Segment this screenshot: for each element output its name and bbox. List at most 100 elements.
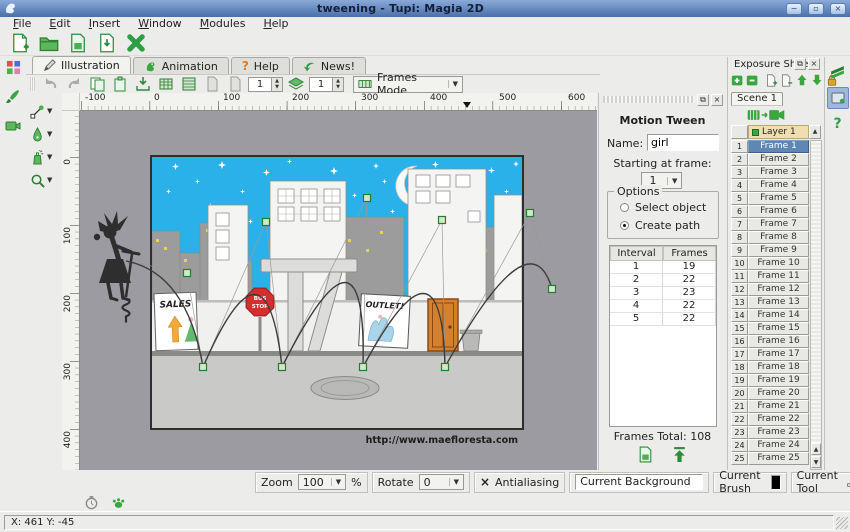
- layer-spinbox[interactable]: 1 ▲▼: [309, 77, 344, 92]
- frame-row[interactable]: 19 Frame 19: [731, 374, 809, 387]
- horizontal-ruler[interactable]: -100 0 100 200 300 400 500 600: [80, 93, 597, 111]
- move-frame-up-button[interactable]: [795, 73, 808, 87]
- menu-help[interactable]: Help: [254, 17, 297, 31]
- frame-number-cell[interactable]: 21: [731, 400, 748, 413]
- frame-number-cell[interactable]: 2: [731, 153, 748, 166]
- frame-row[interactable]: 8 Frame 8: [731, 231, 809, 244]
- frame-row[interactable]: 21 Frame 21: [731, 400, 809, 413]
- undo-button[interactable]: [41, 75, 61, 93]
- menu-edit[interactable]: Edit: [40, 17, 79, 31]
- scene-tab[interactable]: Scene 1: [731, 92, 783, 106]
- chevron-down-icon[interactable]: ▼: [47, 130, 52, 138]
- tab-news[interactable]: News!: [292, 57, 366, 74]
- minimize-button[interactable]: −: [786, 3, 802, 15]
- frame-number-cell[interactable]: 16: [731, 335, 748, 348]
- frame-row[interactable]: 7 Frame 7: [731, 218, 809, 231]
- frames-scrollbar[interactable]: ▲ ▼: [810, 140, 822, 470]
- frame-row[interactable]: 23 Frame 23: [731, 426, 809, 439]
- maximize-button[interactable]: ▫: [808, 3, 824, 15]
- current-background-label[interactable]: Current Background: [575, 474, 703, 490]
- frame-cell[interactable]: Frame 12: [748, 283, 809, 296]
- frame-spin-arrows[interactable]: ▲▼: [271, 78, 282, 91]
- frame-row[interactable]: 2 Frame 2: [731, 153, 809, 166]
- interval-table[interactable]: Interval Frames 1 19 2 22 3 23 4 22 5 22: [609, 245, 717, 427]
- layer-spin-value[interactable]: 1: [310, 78, 332, 91]
- zoom-combo[interactable]: 100 ▼: [298, 474, 346, 490]
- frame-spinbox[interactable]: 1 ▲▼: [248, 77, 283, 92]
- export-frame-button[interactable]: [202, 75, 222, 93]
- copy-button[interactable]: [87, 75, 107, 93]
- import-project-button[interactable]: [95, 32, 119, 54]
- antialiasing-toggle[interactable]: × Antialiasing: [474, 472, 565, 493]
- import-object-button[interactable]: [133, 75, 153, 93]
- rotate-combo[interactable]: 0 ▼: [419, 474, 464, 490]
- frame-number-cell[interactable]: 15: [731, 322, 748, 335]
- apply-tween-button[interactable]: [670, 445, 690, 463]
- frames-cell[interactable]: 22: [663, 274, 716, 287]
- frame-cell[interactable]: Frame 7: [748, 218, 809, 231]
- frame-number-cell[interactable]: 19: [731, 374, 748, 387]
- frame-cell[interactable]: Frame 8: [748, 231, 809, 244]
- reload-frame-button[interactable]: [225, 75, 245, 93]
- frame-row[interactable]: 22 Frame 22: [731, 413, 809, 426]
- frames-cell[interactable]: 22: [663, 300, 716, 313]
- frame-row[interactable]: 6 Frame 6: [731, 205, 809, 218]
- frame-number-cell[interactable]: 4: [731, 179, 748, 192]
- frame-row[interactable]: 25 Frame 25: [731, 452, 809, 465]
- float-panel-icon[interactable]: ⧉: [697, 94, 709, 106]
- interval-row[interactable]: 5 22: [610, 313, 716, 326]
- tab-illustration[interactable]: Illustration: [32, 56, 131, 74]
- frame-row[interactable]: 13 Frame 13: [731, 296, 809, 309]
- canvas-svg[interactable]: SALES BUS STOP OUTLET!: [80, 111, 597, 470]
- add-layer-button[interactable]: [731, 73, 744, 87]
- exposure-sheet-button[interactable]: [827, 61, 849, 83]
- vertical-ruler[interactable]: 0 100 200 300 400: [62, 111, 80, 470]
- frame-cell[interactable]: Frame 9: [748, 244, 809, 257]
- frame-cell[interactable]: Frame 18: [748, 361, 809, 374]
- redo-button[interactable]: [64, 75, 84, 93]
- select-object-radio[interactable]: Select object: [620, 201, 706, 214]
- radio-on-icon[interactable]: [620, 221, 629, 230]
- polyline-tool-button[interactable]: ▼: [28, 101, 64, 121]
- frame-cell[interactable]: Frame 2: [748, 153, 809, 166]
- brush-color-swatch[interactable]: [771, 475, 781, 490]
- frame-row[interactable]: 12 Frame 12: [731, 283, 809, 296]
- frame-cell[interactable]: Frame 10: [748, 257, 809, 270]
- frame-row[interactable]: 14 Frame 14: [731, 309, 809, 322]
- frame-cell[interactable]: Frame 1: [748, 140, 809, 153]
- insert-frame-button[interactable]: [765, 73, 778, 87]
- frame-row[interactable]: 17 Frame 17: [731, 348, 809, 361]
- menu-window[interactable]: Window: [129, 17, 190, 31]
- frame-row[interactable]: 16 Frame 16: [731, 335, 809, 348]
- frame-number-cell[interactable]: 13: [731, 296, 748, 309]
- paste-button[interactable]: [110, 75, 130, 93]
- close-button[interactable]: ×: [830, 3, 846, 15]
- frame-number-cell[interactable]: 10: [731, 257, 748, 270]
- scroll-up-icon[interactable]: ▲: [811, 443, 821, 455]
- frame-row[interactable]: 24 Frame 24: [731, 439, 809, 452]
- remove-frame-button[interactable]: [780, 73, 793, 87]
- frame-cell[interactable]: Frame 14: [748, 309, 809, 322]
- frame-number-cell[interactable]: 5: [731, 192, 748, 205]
- frame-number-cell[interactable]: 24: [731, 439, 748, 452]
- frame-number-cell[interactable]: 22: [731, 413, 748, 426]
- menu-insert[interactable]: Insert: [80, 17, 130, 31]
- spin-down-icon[interactable]: ▼: [333, 84, 343, 91]
- close-panel-icon[interactable]: ×: [808, 58, 820, 70]
- frame-row[interactable]: 3 Frame 3: [731, 166, 809, 179]
- frame-cell[interactable]: Frame 19: [748, 374, 809, 387]
- frames-cell[interactable]: 22: [663, 313, 716, 326]
- frame-number-cell[interactable]: 25: [731, 452, 748, 465]
- save-tween-button[interactable]: [636, 445, 656, 463]
- interval-row[interactable]: 2 22: [610, 274, 716, 287]
- frame-number-cell[interactable]: 1: [731, 140, 748, 153]
- move-frame-down-button[interactable]: [810, 73, 823, 87]
- frame-cell[interactable]: Frame 25: [748, 452, 809, 465]
- frame-row[interactable]: 18 Frame 18: [731, 361, 809, 374]
- interval-cell[interactable]: 1: [610, 261, 663, 274]
- frame-row[interactable]: 1 Frame 1: [731, 140, 809, 153]
- scroll-up-icon[interactable]: ▲: [809, 125, 821, 139]
- fill-tool-button[interactable]: ▼: [28, 147, 64, 167]
- frame-cell[interactable]: Frame 13: [748, 296, 809, 309]
- layer-header[interactable]: Layer 1: [748, 125, 809, 139]
